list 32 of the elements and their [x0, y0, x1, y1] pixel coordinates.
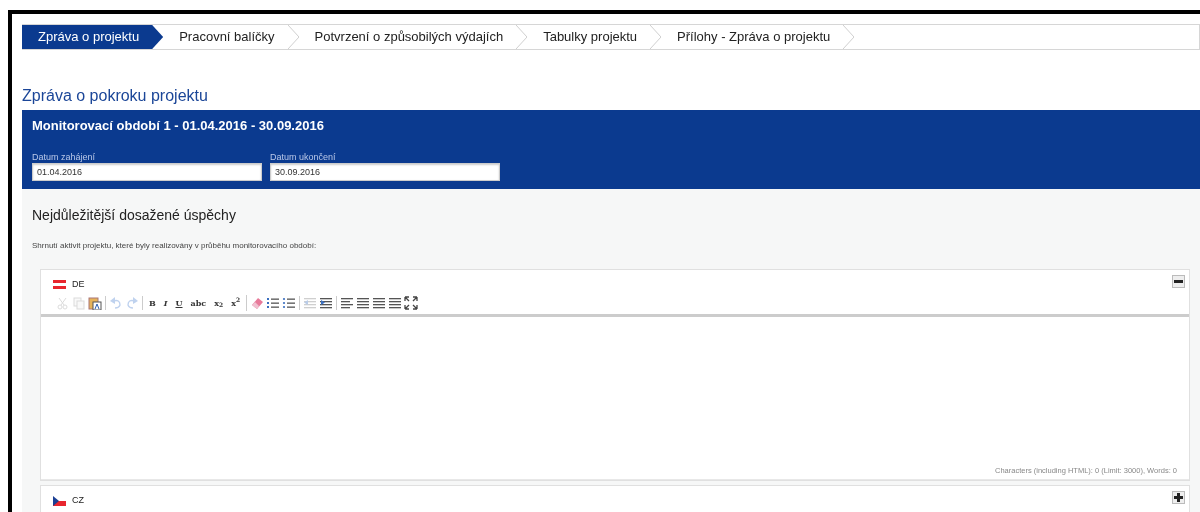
- triangle-flag-icon: [53, 495, 66, 506]
- section-description: Shrnutí aktivit projektu, které byly realizovány v průběhu monitorovacího období:: [32, 239, 318, 252]
- field-label: Datum ukončení: [270, 151, 337, 163]
- language-code: DE: [72, 277, 85, 291]
- bullet-list-icon[interactable]: [282, 296, 297, 311]
- maximize-icon[interactable]: [404, 296, 419, 311]
- field-label: Datum zahájení: [32, 151, 97, 163]
- expand-button[interactable]: [1172, 491, 1185, 505]
- paste-icon[interactable]: [88, 296, 102, 311]
- format-button[interactable]: U: [172, 295, 186, 312]
- eraser-icon[interactable]: [250, 296, 265, 311]
- format-button[interactable]: x$^{2}$: [228, 295, 244, 312]
- justify-icon[interactable]: [388, 296, 403, 311]
- tab[interactable]: Zpráva o projektu: [22, 25, 164, 49]
- indent-icon[interactable]: [319, 296, 334, 311]
- period-title: Monitorovací období 1 - 01.04.2016 - 30.09.2016: [32, 118, 325, 134]
- language-code: CZ: [72, 494, 84, 508]
- date-field[interactable]: 30.09.2016: [270, 162, 500, 181]
- striped-flag-icon: [53, 279, 66, 289]
- page-title: Zpráva o pokroku projektu: [22, 86, 209, 106]
- align-center-icon[interactable]: [356, 296, 371, 311]
- format-button[interactable]: I: [160, 295, 171, 312]
- format-button[interactable]: abc: [187, 295, 210, 312]
- numbered-list-icon[interactable]: [266, 296, 281, 311]
- collapse-button[interactable]: [1172, 274, 1185, 288]
- minus-icon: [1174, 279, 1183, 283]
- plus-icon: [1174, 493, 1183, 503]
- format-button[interactable]: B: [146, 295, 159, 312]
- date-field[interactable]: 01.04.2016: [32, 162, 262, 181]
- align-left-icon[interactable]: [340, 296, 355, 311]
- align-right-icon[interactable]: [372, 296, 387, 311]
- section-title: Nejdůležitější dosažené úspěchy: [32, 205, 237, 225]
